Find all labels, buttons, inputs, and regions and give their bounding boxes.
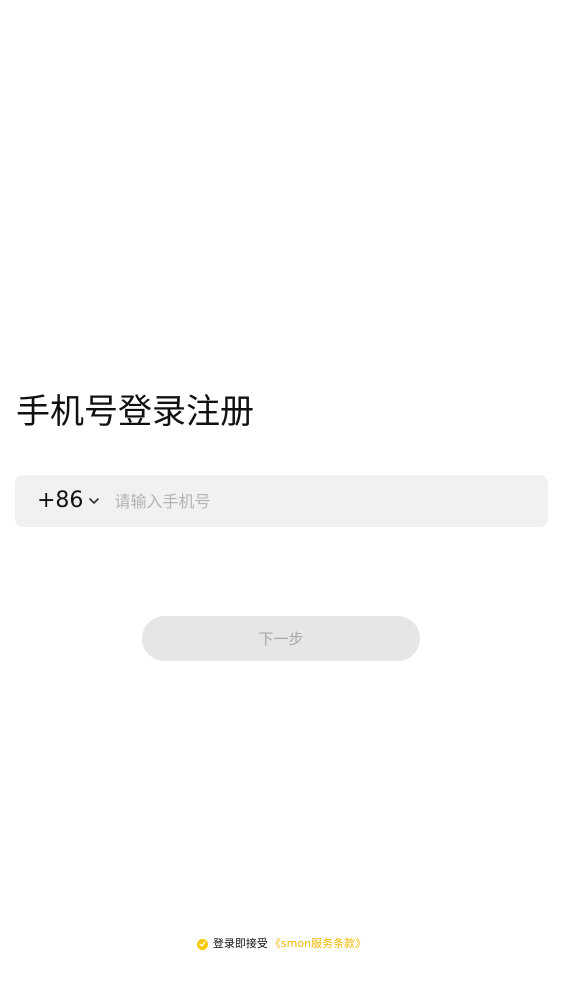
agreement-row: 登录即接受 《smon服务条款》 xyxy=(0,934,563,954)
agreement-prefix: 登录即接受 xyxy=(212,937,268,950)
phone-number-input[interactable] xyxy=(114,475,548,527)
next-step-button[interactable]: 下一步 xyxy=(142,616,420,661)
country-code-label: +86 xyxy=(37,488,84,513)
page-title: 手机号登录注册 xyxy=(16,392,254,432)
chevron-down-icon xyxy=(88,495,100,507)
country-code-selector[interactable]: +86 xyxy=(37,475,100,527)
terms-of-service-link[interactable]: 《smon服务条款》 xyxy=(270,934,366,954)
phone-input-container: +86 xyxy=(15,475,548,527)
check-circle-icon[interactable] xyxy=(196,938,208,950)
